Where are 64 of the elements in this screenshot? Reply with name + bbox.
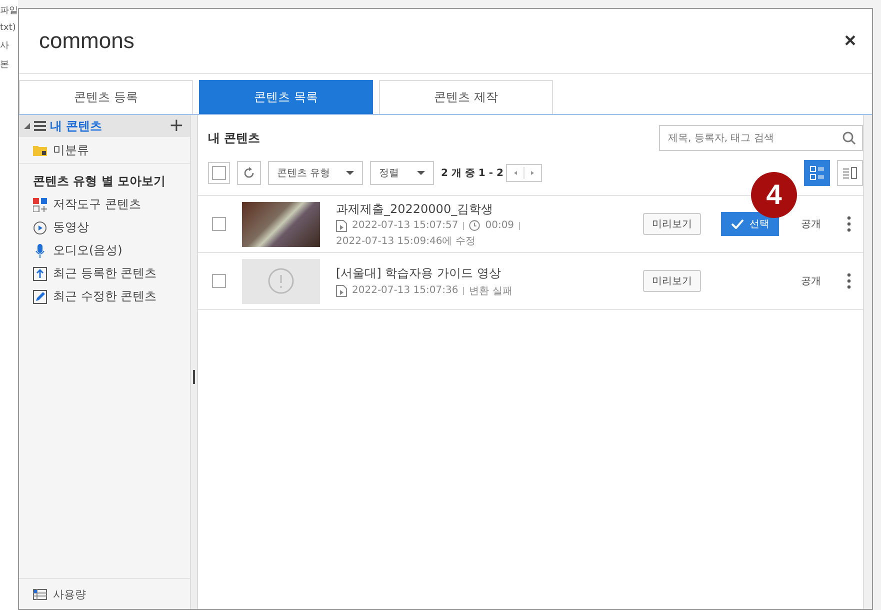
usage-item[interactable]: 사용량 [19,578,190,609]
status-text: 변환 실패 [469,284,512,298]
sidebar-item[interactable]: 동영상 [19,216,190,239]
more-options-icon[interactable] [847,273,851,289]
content-heading: 내 콘텐츠 [208,130,260,146]
modified-date: 2022-07-13 15:09:46에 수정 [336,234,476,248]
checkmark-icon [730,219,744,229]
row-checkbox[interactable] [212,274,226,288]
close-button[interactable]: × [844,30,856,52]
pencil-icon [33,290,47,304]
detail-view-icon [843,167,857,179]
microphone-icon [33,244,47,258]
preview-button[interactable]: 미리보기 [643,213,701,235]
more-options-icon[interactable] [847,216,851,232]
visibility-label: 공개 [801,275,822,288]
background-text: 파일 [0,5,18,17]
created-date: 2022-07-13 15:07:57 [352,220,458,231]
visibility-label: 공개 [801,218,822,231]
tab[interactable]: 콘텐츠 등록 [19,80,193,114]
content-type-dropdown[interactable]: 콘텐츠 유형 [268,161,363,185]
page-count: 2 개 중 1 - 2 [441,167,504,180]
sidebar-item[interactable]: 최근 등록한 콘텐츠 [19,262,190,285]
video-file-icon [336,284,347,296]
background-text: 사 [0,40,10,52]
select-button[interactable]: 선택 [721,212,779,236]
sidebar-item[interactable]: 최근 수정한 콘텐츠 [19,285,190,308]
row-checkbox[interactable] [212,217,226,231]
blocks-icon [33,198,47,212]
sidebar-item[interactable]: 오디오(음성) [19,239,190,262]
annotation-badge: 4 [751,172,797,218]
preview-button[interactable]: 미리보기 [643,270,701,292]
video-file-icon [336,220,347,232]
sidebar-item[interactable]: 저작도구 콘텐츠 [19,193,190,216]
content-title[interactable]: [서울대] 학습자용 가이드 영상 [336,264,643,282]
tab[interactable]: 콘텐츠 목록 [199,80,373,114]
list-icon [34,121,46,131]
select-all-checkbox[interactable] [208,162,230,184]
clock-icon [469,220,480,231]
refresh-icon [243,167,255,179]
section-title: 콘텐츠 유형 별 모아보기 [32,173,167,190]
scrollbar[interactable] [863,115,872,609]
expand-triangle-icon[interactable] [24,123,30,129]
search-field[interactable]: 제목, 등록자, 태그 검색 [659,125,863,151]
refresh-button[interactable] [237,161,261,185]
background-text: txt) [0,23,17,33]
play-circle-icon [33,220,47,234]
usage-icon [33,588,47,600]
content-title[interactable]: 과제제출_20220000_김학생 [336,200,643,218]
created-date: 2022-07-13 15:07:36 [352,285,458,296]
sort-dropdown[interactable]: 정렬 [370,161,434,185]
exclamation-circle-icon [268,268,294,294]
list-view-button[interactable] [804,160,830,186]
add-icon[interactable]: + [168,117,184,135]
upload-icon [33,266,47,280]
search-icon[interactable] [842,131,856,145]
detail-view-button[interactable] [837,160,863,186]
tab[interactable]: 콘텐츠 제작 [379,80,553,114]
dialog-title: commons [39,28,134,54]
list-view-icon [810,166,824,180]
duration: 00:09 [485,220,514,231]
sidebar-root-item[interactable]: 내 콘텐츠 + [19,115,190,137]
splitter-handle[interactable] [191,115,198,609]
background-text: 본 [0,59,10,71]
folder-icon [33,144,47,156]
